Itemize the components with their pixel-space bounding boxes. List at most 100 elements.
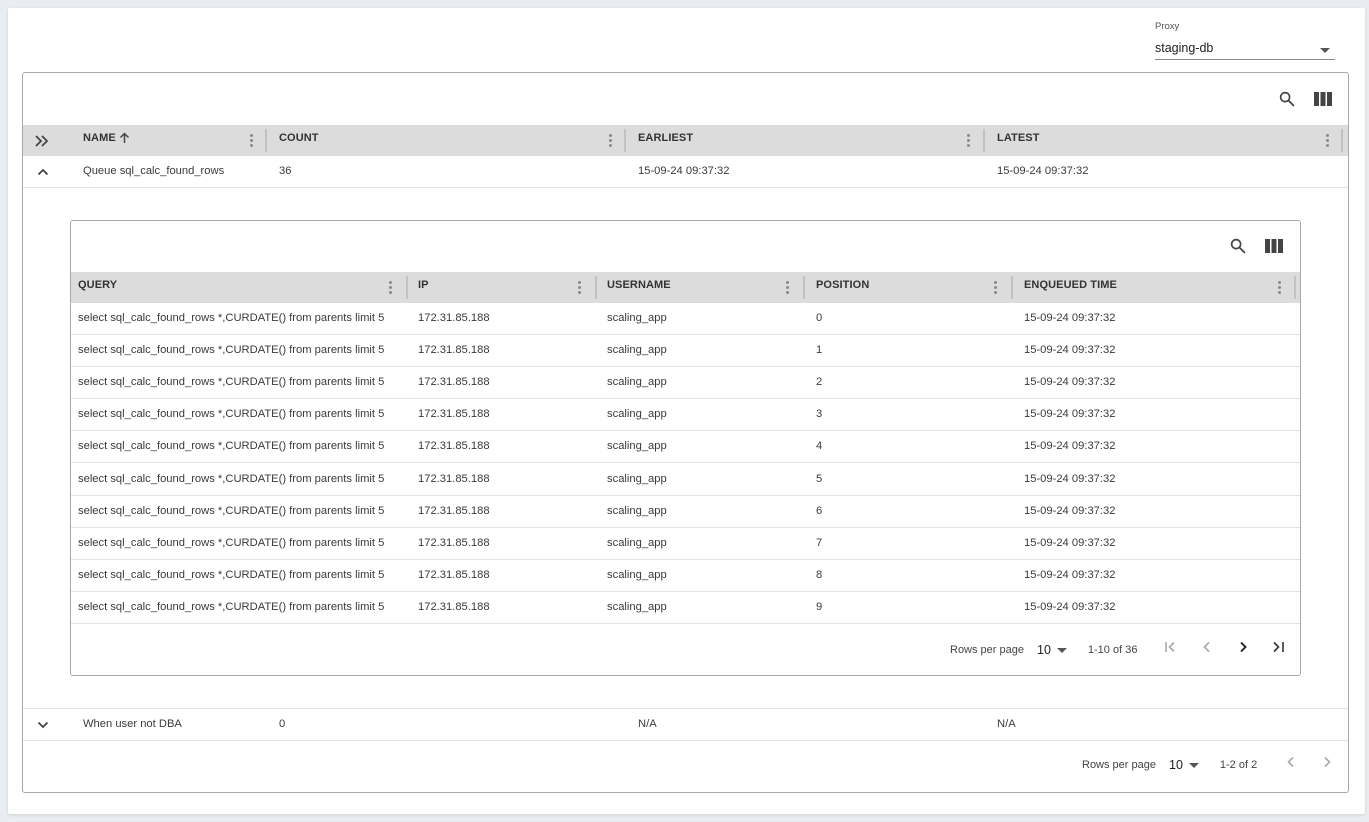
rows-per-page-select[interactable]: 10 (1037, 643, 1067, 657)
cell-ip: 172.31.85.188 (418, 440, 490, 453)
row-count: 0 (279, 718, 286, 730)
column-header-username-label: USERNAME (607, 279, 671, 291)
proxy-select[interactable]: staging-db (1155, 35, 1335, 60)
column-header-ip[interactable]: IP (418, 272, 429, 303)
chevron-up-icon[interactable] (33, 162, 53, 182)
table-row[interactable]: Queue sql_calc_found_rows 36 15-09-24 09… (23, 156, 1348, 188)
cell-query: select sql_calc_found_rows *,CURDATE() f… (78, 408, 385, 421)
more-vert-icon[interactable] (988, 280, 1002, 294)
detail-table: QUERY IP USERNAME POSITION ENQUEUED TIME… (70, 220, 1301, 676)
table-row[interactable]: When user not DBA 0 N/A N/A (23, 709, 1348, 741)
column-header-enqueued-time[interactable]: ENQUEUED TIME (1024, 272, 1117, 303)
column-header-earliest[interactable]: EARLIEST (638, 125, 693, 156)
row-earliest: N/A (638, 718, 657, 730)
table-row[interactable]: select sql_calc_found_rows *,CURDATE() f… (71, 464, 1300, 496)
column-header-ip-label: IP (418, 279, 429, 291)
cell-query: select sql_calc_found_rows *,CURDATE() f… (78, 344, 385, 357)
dropdown-arrow-icon (1320, 48, 1330, 53)
chevron-down-icon[interactable] (33, 715, 53, 735)
table-row[interactable]: select sql_calc_found_rows *,CURDATE() f… (71, 560, 1300, 592)
search-icon[interactable] (1277, 89, 1297, 109)
previous-page-icon[interactable] (1196, 636, 1218, 658)
proxy-label: Proxy (1155, 21, 1180, 32)
detail-table-header: QUERY IP USERNAME POSITION ENQUEUED TIME (71, 272, 1300, 303)
proxy-value: staging-db (1155, 41, 1214, 55)
cell-enqueued-time: 15-09-24 09:37:32 (1024, 344, 1116, 357)
rows-per-page-select[interactable]: 10 (1169, 758, 1199, 772)
cell-ip: 172.31.85.188 (418, 536, 490, 549)
table-row[interactable]: select sql_calc_found_rows *,CURDATE() f… (71, 335, 1300, 368)
column-header-count-label: COUNT (279, 132, 319, 144)
row-name: Queue sql_calc_found_rows (83, 165, 225, 177)
view-column-icon[interactable] (1313, 89, 1333, 109)
expand-all-icon[interactable] (32, 131, 52, 151)
table-row[interactable]: select sql_calc_found_rows *,CURDATE() f… (71, 528, 1300, 560)
cell-position: 4 (816, 440, 823, 453)
cell-enqueued-time: 15-09-24 09:37:32 (1024, 440, 1116, 453)
previous-page-icon[interactable] (1280, 751, 1302, 773)
column-header-username[interactable]: USERNAME (607, 272, 671, 303)
more-vert-icon[interactable] (572, 280, 586, 294)
cell-enqueued-time: 15-09-24 09:37:32 (1024, 312, 1116, 324)
more-vert-icon[interactable] (1320, 133, 1334, 147)
next-page-icon[interactable] (1316, 751, 1338, 773)
row-earliest: 15-09-24 09:37:32 (638, 165, 730, 177)
table-row[interactable]: select sql_calc_found_rows *,CURDATE() f… (71, 399, 1300, 432)
search-icon[interactable] (1228, 236, 1248, 256)
first-page-icon[interactable] (1160, 636, 1182, 658)
cell-username: scaling_app (607, 440, 667, 453)
cell-enqueued-time: 15-09-24 09:37:32 (1024, 504, 1116, 517)
column-header-query[interactable]: QUERY (78, 272, 117, 303)
pagination-range: 1-2 of 2 (1219, 759, 1258, 771)
cell-username: scaling_app (607, 600, 667, 613)
table-row[interactable]: select sql_calc_found_rows *,CURDATE() f… (71, 303, 1300, 335)
column-header-enqueued-label: ENQUEUED TIME (1024, 279, 1117, 291)
cell-enqueued-time: 15-09-24 09:37:32 (1024, 376, 1116, 389)
last-page-icon[interactable] (1268, 636, 1290, 658)
table-row[interactable]: select sql_calc_found_rows *,CURDATE() f… (71, 367, 1300, 400)
column-resize-handle[interactable] (1341, 129, 1343, 152)
cell-query: select sql_calc_found_rows *,CURDATE() f… (78, 536, 385, 549)
cell-query: select sql_calc_found_rows *,CURDATE() f… (78, 312, 385, 324)
cell-position: 0 (816, 312, 823, 324)
column-header-position-label: POSITION (816, 279, 870, 291)
column-resize-handle[interactable] (265, 129, 267, 152)
column-header-latest[interactable]: LATEST (997, 125, 1040, 156)
column-resize-handle[interactable] (983, 129, 985, 152)
column-resize-handle[interactable] (406, 276, 408, 299)
column-resize-handle[interactable] (1011, 276, 1013, 299)
cell-position: 6 (816, 504, 823, 517)
column-resize-handle[interactable] (1294, 276, 1296, 299)
next-page-icon[interactable] (1232, 636, 1254, 658)
more-vert-icon[interactable] (1272, 280, 1286, 294)
table-row[interactable]: select sql_calc_found_rows *,CURDATE() f… (71, 431, 1300, 464)
view-column-icon[interactable] (1264, 236, 1284, 256)
proxy-select-field[interactable]: Proxy staging-db (1155, 21, 1335, 60)
more-vert-icon[interactable] (383, 280, 397, 294)
more-vert-icon[interactable] (603, 133, 617, 147)
column-header-name[interactable]: NAME (83, 125, 130, 156)
table-row[interactable]: select sql_calc_found_rows *,CURDATE() f… (71, 592, 1300, 624)
page-card: Proxy staging-db NAME COUNT EARLIEST LAT… (8, 8, 1365, 814)
row-name: When user not DBA (83, 718, 182, 730)
more-vert-icon[interactable] (961, 133, 975, 147)
column-resize-handle[interactable] (803, 276, 805, 299)
more-vert-icon[interactable] (780, 280, 794, 294)
more-vert-icon[interactable] (244, 133, 258, 147)
cell-ip: 172.31.85.188 (418, 568, 490, 581)
cell-position: 8 (816, 568, 823, 581)
rows-per-page-label: Rows per page (950, 644, 1024, 656)
dropdown-arrow-icon (1188, 763, 1199, 768)
cell-position: 3 (816, 408, 823, 421)
cell-query: select sql_calc_found_rows *,CURDATE() f… (78, 600, 385, 613)
row-count: 36 (279, 165, 292, 177)
column-resize-handle[interactable] (624, 129, 626, 152)
column-resize-handle[interactable] (595, 276, 597, 299)
cell-enqueued-time: 15-09-24 09:37:32 (1024, 536, 1116, 549)
cell-ip: 172.31.85.188 (418, 504, 490, 517)
column-header-position[interactable]: POSITION (816, 272, 869, 303)
table-row[interactable]: select sql_calc_found_rows *,CURDATE() f… (71, 496, 1300, 528)
cell-query: select sql_calc_found_rows *,CURDATE() f… (78, 472, 385, 485)
column-header-count[interactable]: COUNT (279, 125, 319, 156)
cell-username: scaling_app (607, 408, 667, 421)
